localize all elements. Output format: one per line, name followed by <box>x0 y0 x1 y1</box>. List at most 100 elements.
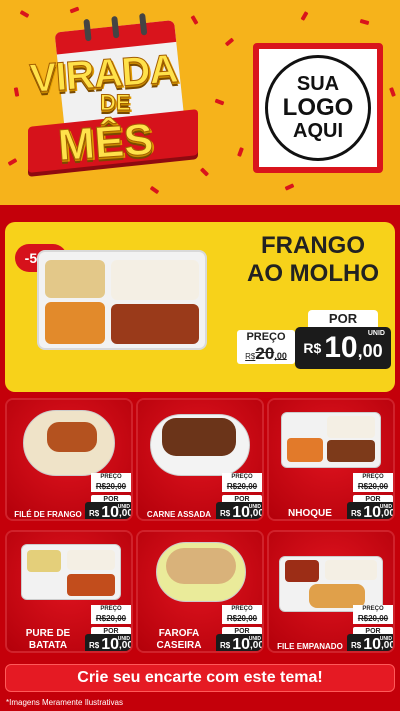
price-value: 10 <box>363 636 382 653</box>
old-price: R$20,00 <box>91 482 131 492</box>
food-sauce <box>285 560 319 582</box>
featured-price: R$ 10 ,00 UNID <box>295 327 391 369</box>
food-carrot <box>45 302 105 344</box>
old-price: R$20,00 <box>237 344 295 364</box>
cta-banner[interactable]: Crie seu encarte com este tema! <box>5 664 395 692</box>
featured-name-line2: AO MOLHO <box>247 259 379 287</box>
food-tray-image <box>37 250 207 350</box>
item-name-line2: CASEIRA <box>156 639 202 651</box>
food-topping <box>47 422 97 452</box>
title-mes: MÊS <box>56 114 156 171</box>
confetti <box>284 183 295 191</box>
item-name: FILE EMPANADO <box>277 642 343 651</box>
unit-label: UNID <box>367 330 385 337</box>
confetti <box>13 87 20 97</box>
calendar-ring <box>111 15 120 39</box>
confetti <box>7 158 18 166</box>
price-value: 10 <box>232 636 251 653</box>
old-price: R$20,00 <box>91 614 131 624</box>
logo-text-sua: SUA <box>296 73 340 96</box>
item-name: PURE DE BATATA <box>11 628 85 651</box>
food-rice <box>325 560 377 580</box>
price-value: 10 <box>101 504 120 521</box>
featured-product-name: FRANGO AO MOLHO <box>233 232 393 287</box>
old-price-block: PREÇO R$20,00 POR <box>91 605 131 636</box>
item-price: R$ 10,00 UNID <box>85 502 131 521</box>
currency: R$ <box>220 508 231 518</box>
preco-label: PREÇO <box>237 330 295 344</box>
product-card: PREÇO R$20,00 POR R$ 10,00 UNID PURE DE BA… <box>5 530 133 653</box>
item-name: FILÉ DE FRANGO <box>14 510 82 519</box>
food-rice <box>111 260 199 300</box>
preco-label: PREÇO <box>222 605 262 614</box>
disclaimer-text: *Imagens Meramente Ilustrativas <box>6 698 123 707</box>
item-name: CARNE ASSADA <box>146 510 212 519</box>
food-meat <box>162 418 236 456</box>
old-currency: R$ <box>245 352 256 361</box>
old-price-block: PREÇO R$20,00 POR <box>222 473 262 504</box>
old-price-block: PREÇO R$20,00 POR <box>353 605 393 636</box>
preco-label: PREÇO <box>353 605 393 614</box>
price-value: 10 <box>232 504 251 521</box>
product-card: PREÇO R$20,00 POR R$ 10,00 UNID FILE EMPAN… <box>267 530 395 653</box>
old-price-block: PREÇO R$20,00 POR <box>353 473 393 504</box>
product-card: PREÇO R$20,00 POR R$ 10,00 UNID FAROFA CAS… <box>136 530 264 653</box>
old-value: 20 <box>255 344 275 363</box>
unit-label: UNID <box>248 636 261 642</box>
item-name-line1: FAROFA <box>158 628 200 639</box>
confetti <box>224 37 235 47</box>
old-price: R$20,00 <box>353 614 393 624</box>
featured-product-card: -50% FRANGO AO MOLHO PREÇO R$20,00 POR R… <box>5 222 395 392</box>
confetti <box>69 6 80 14</box>
confetti <box>359 18 370 26</box>
product-card: PREÇO R$20,00 POR R$ 10,00 UNID CARNE ASSA… <box>136 398 264 521</box>
logo-text-aqui: AQUI <box>293 119 343 142</box>
confetti <box>300 11 309 21</box>
logo-text-logo: LOGO <box>282 94 354 122</box>
product-card: PREÇO R$20,00 POR R$ 10,00 UNID NHOQUE <box>267 398 395 521</box>
item-price: R$ 10,00 UNID <box>347 502 393 519</box>
confetti <box>237 147 244 157</box>
food-gnocchi <box>287 438 323 462</box>
currency: R$ <box>89 640 100 650</box>
logo-placeholder: SUA LOGO AQUI <box>253 43 383 173</box>
price-value: 10 <box>101 636 120 653</box>
old-price-block: PREÇO R$20,00 POR <box>222 605 262 636</box>
confetti <box>149 185 160 195</box>
food-farofa <box>166 548 236 584</box>
currency: R$ <box>220 640 231 650</box>
preco-label: PREÇO <box>91 473 131 482</box>
unit-label: UNID <box>248 504 261 510</box>
unit-label: UNID <box>379 504 392 510</box>
currency: R$ <box>351 640 362 650</box>
confetti <box>190 15 199 25</box>
food-rice <box>327 416 375 438</box>
price-value: 10 <box>324 331 358 364</box>
calendar-ring <box>83 18 92 42</box>
calendar-ring <box>139 13 148 36</box>
unit-label: UNID <box>379 636 392 642</box>
price-cents: ,00 <box>357 340 383 361</box>
old-price: R$20,00 <box>222 482 262 492</box>
item-name-line2: BATATA <box>28 639 68 651</box>
food-meat <box>67 574 115 596</box>
currency: R$ <box>303 340 322 356</box>
confetti <box>19 10 30 18</box>
unit-label: UNID <box>117 504 130 510</box>
confetti <box>199 167 210 177</box>
por-label: POR <box>308 310 378 327</box>
confetti <box>389 87 396 97</box>
new-price-block: POR R$ 10 ,00 UNID <box>295 310 391 369</box>
preco-label: PREÇO <box>91 605 131 614</box>
title-de: DE <box>100 90 132 116</box>
item-price: R$ 10,00 UNID <box>347 634 393 653</box>
food-salad <box>45 260 105 298</box>
item-name: FAROFA CASEIRA <box>142 628 216 651</box>
old-price-block: PREÇO R$20,00 POR <box>91 473 131 504</box>
preco-label: PREÇO <box>222 473 262 482</box>
unit-label: UNID <box>117 636 130 642</box>
old-cents: ,00 <box>274 351 287 361</box>
old-price-block: PREÇO R$20,00 <box>237 330 295 364</box>
currency: R$ <box>89 508 100 518</box>
item-price: R$ 10,00 UNID <box>216 502 262 521</box>
